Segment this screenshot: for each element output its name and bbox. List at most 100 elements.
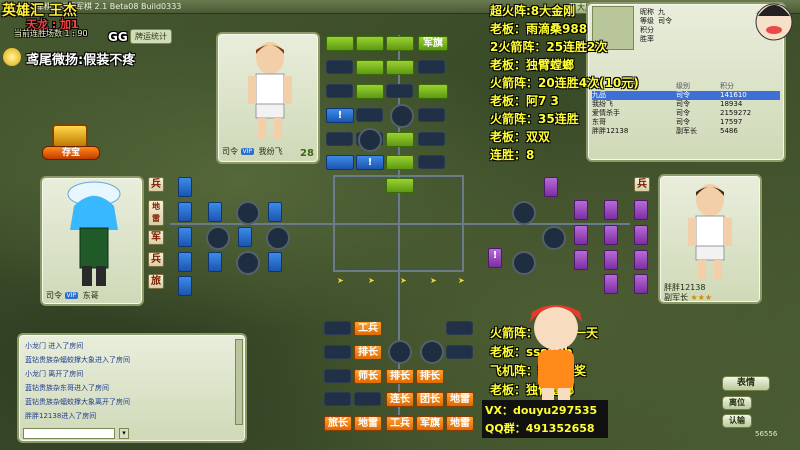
piece-left-label[interactable]: 地雷 — [148, 200, 164, 226]
chat-message: 小龙门 离开了房间 — [25, 370, 84, 378]
piece-blue[interactable] — [178, 276, 192, 296]
piece-purple[interactable] — [574, 200, 588, 220]
chat-message: 小龙门 进入了房间 — [25, 342, 84, 350]
piece-left-label[interactable]: 兵 — [148, 252, 164, 267]
stream-line-2: GG — [108, 30, 128, 44]
left-player-avatar — [67, 181, 121, 286]
arrow-icon: ➤ — [430, 276, 437, 285]
piece-orange[interactable]: 连长 — [386, 392, 414, 407]
contact-vx: VX：douyu297535 — [485, 404, 598, 417]
piece-orange[interactable]: 军旗 — [416, 416, 444, 431]
piece-left-label[interactable]: 兵 — [148, 177, 164, 192]
info-label-level: 等级 — [640, 17, 654, 25]
piece-blue[interactable] — [238, 227, 252, 247]
arrow-icon: ➤ — [368, 276, 375, 285]
mascot-character-icon — [530, 305, 582, 406]
piece-purple[interactable] — [604, 274, 618, 294]
piece-green[interactable] — [386, 36, 414, 51]
piece-orange[interactable]: 地雷 — [354, 416, 382, 431]
piece-purple[interactable] — [604, 225, 618, 245]
list-header-score: 积分 — [720, 82, 734, 90]
piece-green[interactable] — [386, 178, 414, 193]
piece-orange[interactable]: 工兵 — [354, 321, 382, 336]
right-player-avatar — [688, 184, 732, 280]
chat-message: 蓝钻贵族杂蝠蛟撑大象进入了房间 — [25, 356, 130, 364]
piece-orange[interactable]: 旅长 — [324, 416, 352, 431]
piece-blue[interactable] — [178, 227, 192, 247]
piece-blue-unknown[interactable]: ! — [356, 155, 384, 170]
piece-green-flag[interactable]: 军旗 — [418, 36, 448, 51]
piece-green[interactable] — [356, 84, 384, 99]
piece-green[interactable] — [356, 60, 384, 75]
piece-left-label[interactable]: 旅 — [148, 274, 164, 289]
star-icon: ★★★ — [690, 293, 713, 302]
surrender-button[interactable]: 认输 — [722, 414, 752, 428]
piece-blue[interactable] — [326, 155, 354, 170]
emote-button[interactable]: 表情 — [722, 376, 770, 391]
piece-blue[interactable] — [178, 202, 192, 222]
win-streak-text: 当前连胜场数 1 : 90 — [14, 29, 88, 38]
right-player-name: 胖胖12138 — [664, 283, 706, 292]
chat-message: 蓝钻贵族杂东哥进入了房间 — [25, 384, 109, 392]
piece-orange[interactable]: 团长 — [416, 392, 444, 407]
piece-right-label[interactable]: 兵 — [634, 177, 650, 192]
piece-orange[interactable]: 工兵 — [386, 416, 414, 431]
contact-box: VX：douyu297535 QQ群：491352658 — [482, 400, 608, 438]
piece-purple-unknown[interactable]: ! — [488, 248, 502, 268]
piece-purple[interactable] — [544, 177, 558, 197]
emoji-icon — [3, 48, 21, 66]
treasure-chest[interactable]: 存宝 — [42, 122, 102, 162]
piece-blue[interactable] — [208, 252, 222, 272]
piece-green[interactable] — [326, 36, 354, 51]
left-player-panel: 司令 VIP 东哥 — [40, 176, 144, 306]
piece-blue-unknown[interactable]: ! — [326, 108, 354, 123]
piece-green[interactable] — [356, 36, 384, 51]
game-screen: 军棋 - 四国军棋 2.1 Beta08 Build0333 大厅 设置 返回 … — [0, 0, 800, 450]
info-label-name: 昵称 — [640, 8, 654, 16]
piece-blue[interactable] — [268, 202, 282, 222]
chat-scrollbar[interactable] — [235, 339, 243, 425]
chat-message: 蓝钻贵族杂蝠蛟撑大象离开了房间 — [25, 398, 130, 406]
piece-purple[interactable] — [604, 200, 618, 220]
piece-green[interactable] — [386, 60, 414, 75]
piece-purple[interactable] — [574, 250, 588, 270]
counter-text: 56556 — [755, 430, 778, 438]
piece-green[interactable] — [386, 132, 414, 147]
piece-orange[interactable]: 地雷 — [446, 392, 474, 407]
chat-input[interactable] — [23, 428, 115, 439]
arrow-icon: ➤ — [458, 276, 465, 285]
left-banner: 鸢尾微扬:假装不疼 — [26, 53, 136, 68]
arrow-icon: ➤ — [400, 276, 407, 285]
piece-purple[interactable] — [574, 225, 588, 245]
piece-orange[interactable]: 地雷 — [446, 416, 474, 431]
chest-icon — [52, 124, 88, 148]
left-player-rank: 司令 — [46, 291, 62, 300]
chat-message: 胖胖12138进入了房间 — [25, 412, 97, 420]
chevron-down-icon[interactable]: ▾ — [119, 428, 129, 439]
treasure-label: 存宝 — [42, 146, 100, 160]
piece-left-label[interactable]: 军 — [148, 230, 164, 245]
piece-orange[interactable]: 师长 — [354, 369, 382, 384]
piece-purple[interactable] — [634, 225, 648, 245]
piece-green[interactable] — [386, 155, 414, 170]
piece-orange[interactable]: 排长 — [416, 369, 444, 384]
piece-purple[interactable] — [634, 200, 648, 220]
piece-green[interactable] — [418, 84, 448, 99]
vip-badge-icon: VIP — [64, 292, 79, 299]
contact-qq: QQ群：491352658 — [485, 422, 595, 435]
piece-purple[interactable] — [634, 274, 648, 294]
list-header-rank: 级别 — [676, 82, 690, 90]
piece-blue[interactable] — [178, 252, 192, 272]
piece-purple[interactable] — [604, 250, 618, 270]
leave-seat-button[interactable]: 离位 — [722, 396, 752, 410]
piece-blue[interactable] — [178, 177, 192, 197]
piece-orange[interactable]: 排长 — [386, 369, 414, 384]
piece-orange[interactable]: 排长 — [354, 345, 382, 360]
info-name: 九 — [658, 8, 665, 16]
info-rank: 司令 — [658, 17, 672, 25]
record-list: 超火阵:8大金刚 老板：雨滴桑988 2火箭阵：25连胜2次 老板：独臂螳螂 火… — [490, 4, 639, 162]
piece-purple[interactable] — [634, 250, 648, 270]
piece-blue[interactable] — [268, 252, 282, 272]
chat-panel: 小龙门 进入了房间 蓝钻贵族杂蝠蛟撑大象进入了房间 小龙门 离开了房间 蓝钻贵族… — [17, 333, 247, 443]
piece-blue[interactable] — [208, 202, 222, 222]
